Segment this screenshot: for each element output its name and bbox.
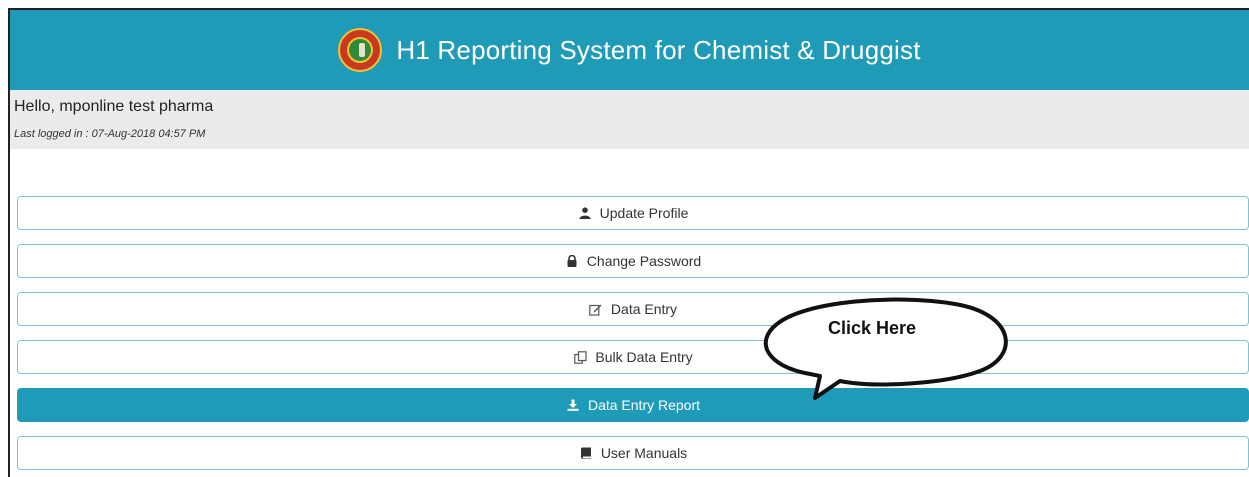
edit-icon xyxy=(589,302,603,316)
frame-border-left xyxy=(0,0,10,477)
app-title: H1 Reporting System for Chemist & Druggi… xyxy=(396,34,921,65)
change-password-label: Change Password xyxy=(586,253,702,269)
callout-bubble xyxy=(763,297,1008,400)
data-entry-label: Data Entry xyxy=(610,301,678,317)
user-manuals-button[interactable]: User Manuals xyxy=(17,436,1249,470)
emblem-inner xyxy=(347,37,374,63)
last-login-text: Last logged in : 07-Aug-2018 04:57 PM xyxy=(14,128,206,140)
user-icon xyxy=(578,206,592,220)
lock-icon xyxy=(565,254,579,268)
copy-icon xyxy=(573,350,587,364)
state-emblem-logo xyxy=(338,28,383,72)
callout-text: Click Here xyxy=(828,318,917,338)
bulk-data-entry-label: Bulk Data Entry xyxy=(595,349,693,365)
update-profile-button[interactable]: Update Profile xyxy=(17,196,1249,230)
data-entry-report-label: Data Entry Report xyxy=(587,397,701,413)
bulk-data-entry-button[interactable]: Bulk Data Entry xyxy=(17,340,1249,374)
data-entry-button[interactable]: Data Entry xyxy=(17,292,1249,326)
data-entry-report-button[interactable]: Data Entry Report xyxy=(17,388,1249,422)
book-icon xyxy=(579,446,593,460)
user-info-bar: Hello, mponline test pharma Last logged … xyxy=(10,90,1249,149)
change-password-button[interactable]: Change Password xyxy=(17,244,1249,278)
download-icon xyxy=(566,398,580,412)
app-header: H1 Reporting System for Chemist & Druggi… xyxy=(10,10,1249,90)
user-greeting: Hello, mponline test pharma xyxy=(14,98,214,115)
user-manuals-label: User Manuals xyxy=(600,445,688,461)
update-profile-label: Update Profile xyxy=(599,205,689,221)
